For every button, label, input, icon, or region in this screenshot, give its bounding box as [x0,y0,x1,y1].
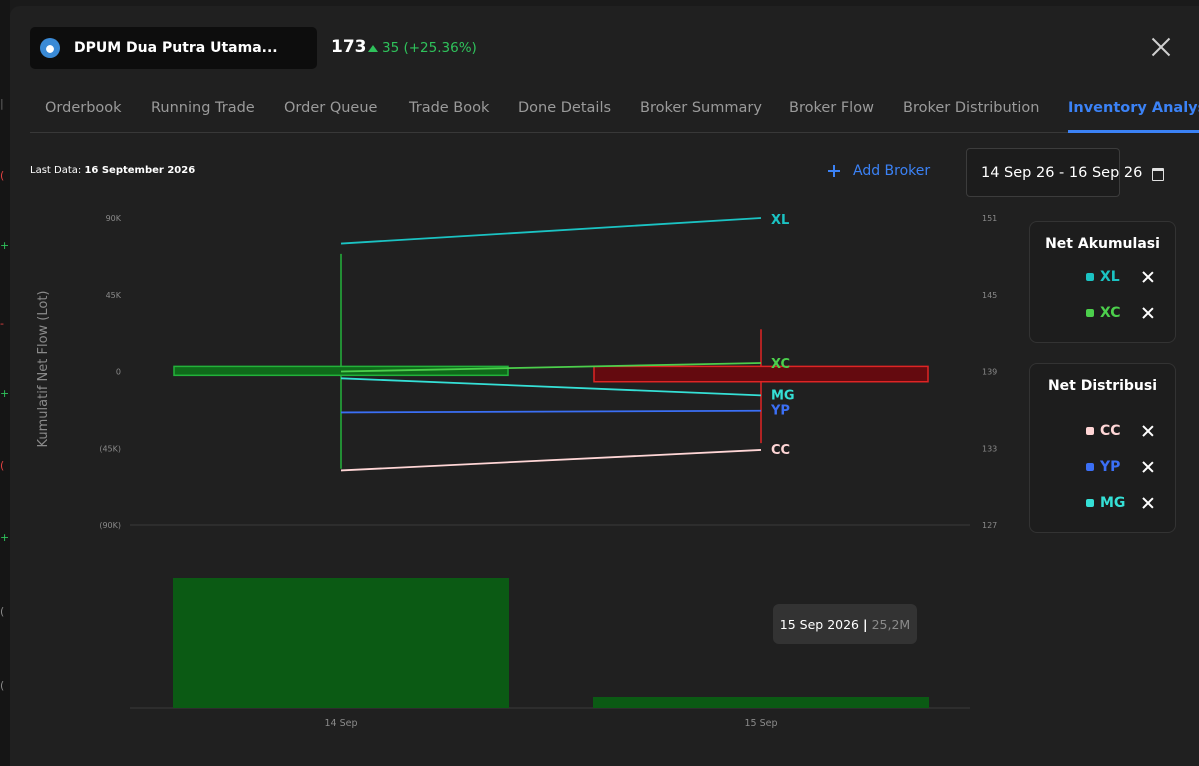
legend-label: XL [1100,269,1120,285]
tooltip-separator: | [863,616,868,632]
stock-detail-modal: DPUM Dua Putra Utama... 173 35 (+25.36%)… [10,6,1199,766]
legend-swatch [1086,427,1094,435]
series-line [340,409,762,414]
volume-bar [173,578,509,708]
y-tick-label: (90K) [99,521,121,530]
background-edge: | ( + - + ( + ( ( [0,0,10,766]
y-tick-label: (45K) [99,444,121,453]
remove-broker-icon[interactable] [1142,461,1154,473]
background-mark: | [0,98,4,110]
candle-body [593,365,929,383]
series-line [340,217,762,245]
y-tick-label: 0 [116,368,121,377]
series-end-label: CC [771,443,790,458]
legend-item-mg: MG [1086,493,1154,513]
legend-label: CC [1100,423,1121,439]
series-line [340,449,762,472]
tooltip-value: 25,2M [871,616,911,632]
net-akumulasi-panel: Net Akumulasi XL XC [1029,221,1176,343]
remove-broker-icon[interactable] [1142,425,1154,437]
series-end-label: MG [771,388,795,403]
x-tick-label: 14 Sep [324,718,357,729]
series-end-label: XC [771,357,790,372]
remove-broker-icon[interactable] [1142,497,1154,509]
volume-bar [593,697,929,708]
legend-item-xc: XC [1086,303,1154,323]
y2-tick-label: 139 [982,368,997,377]
x-tick-label: 15 Sep [744,718,777,729]
volume-tooltip: 15 Sep 2026 | 25,2M [773,604,917,644]
net-distribusi-title: Net Distribusi [1047,378,1158,394]
remove-broker-icon[interactable] [1142,271,1154,283]
legend-label: YP [1100,459,1121,475]
legend-swatch [1086,273,1094,281]
legend-item-yp: YP [1086,457,1154,477]
y2-tick-label: 145 [982,291,997,300]
legend-label: XC [1100,305,1121,321]
background-mark: ( [0,460,5,472]
series-end-label: YP [770,404,790,419]
legend-swatch [1086,499,1094,507]
y2-tick-label: 151 [982,214,997,223]
background-mark: ( [0,170,5,182]
background-mark: - [0,318,4,330]
series-end-label: XL [771,213,789,228]
legend-label: MG [1100,495,1126,511]
y2-tick-label: 133 [982,444,997,453]
inventory-chart: 90K 45K 0 (45K) (90K) 151 145 139 133 127 Kumulati… [36,213,997,729]
y-tick-label: 45K [106,291,122,300]
legend-swatch [1086,463,1094,471]
background-mark: ( [0,680,5,692]
background-mark: ( [0,606,5,618]
y2-tick-label: 127 [982,521,997,530]
background-mark: + [0,532,8,544]
y-axis-title: Kumulatif Net Flow (Lot) [36,291,51,448]
y-tick-label: 90K [106,214,122,223]
legend-item-cc: CC [1086,421,1154,441]
legend-swatch [1086,309,1094,317]
tooltip-date: 15 Sep 2026 [779,616,860,632]
background-mark: + [0,388,8,400]
legend-item-xl: XL [1086,267,1154,287]
net-distribusi-panel: Net Distribusi CC YP MG [1029,363,1176,533]
net-akumulasi-title: Net Akumulasi [1045,236,1160,252]
remove-broker-icon[interactable] [1142,307,1154,319]
background-mark: + [0,240,8,252]
